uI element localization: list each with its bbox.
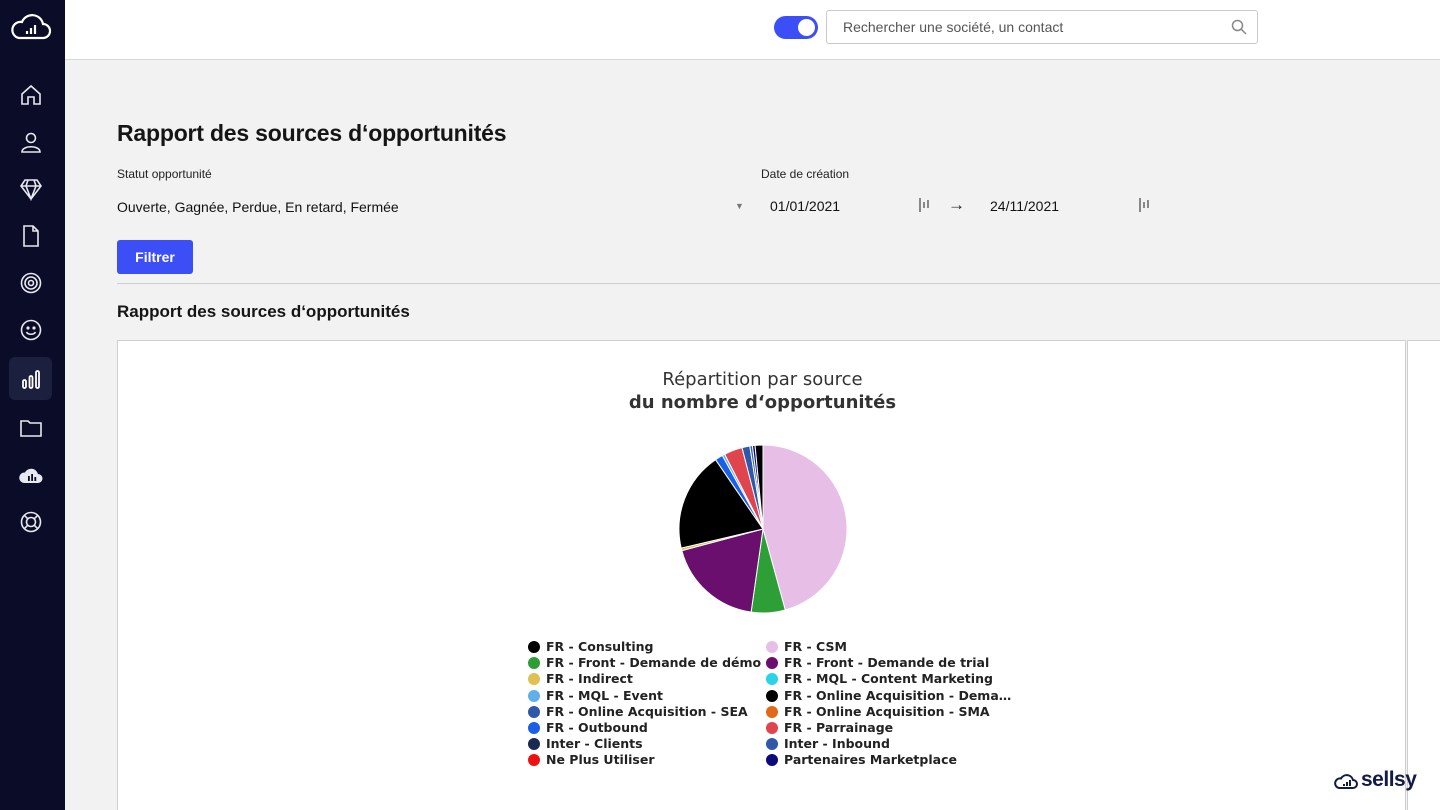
legend-label: FR - Outbound (546, 720, 648, 735)
bar-chart-icon (21, 369, 40, 389)
sidebar-item-support[interactable] (9, 308, 52, 351)
section-title: Rapport des sources d‘opportunités (117, 302, 410, 321)
legend-label: Partenaires Marketplace (784, 752, 957, 768)
legend-swatch (528, 738, 540, 751)
legend-swatch (766, 705, 778, 718)
smiley-icon (20, 319, 41, 340)
legend-swatch (528, 754, 540, 767)
legend-swatch (766, 689, 778, 702)
legend-label: FR - MQL - Event (546, 687, 664, 703)
legend-label: FR - CSM (784, 639, 847, 654)
date-to-field[interactable]: 24/11/2021 (990, 198, 1059, 214)
status-filter-label: Statut opportunité (117, 167, 212, 181)
home-icon (20, 84, 41, 105)
sidebar-item-reports[interactable] (9, 357, 52, 400)
legend-swatch (766, 673, 778, 686)
legend-swatch (766, 754, 778, 767)
divider (117, 283, 1440, 284)
cloud-logo-icon (1334, 774, 1358, 789)
document-icon (22, 224, 39, 247)
legend-label: FR - Parrainage (784, 720, 894, 735)
sidebar-item-marketing[interactable] (9, 261, 52, 304)
calendar-icon[interactable] (1137, 197, 1151, 213)
sidebar (0, 0, 65, 810)
mode-toggle[interactable] (774, 16, 818, 39)
arrow-right-icon: → (948, 195, 965, 214)
folder-icon (19, 419, 42, 437)
sidebar-item-help[interactable] (9, 500, 52, 543)
legend-swatch (528, 722, 540, 734)
cloud-chart-icon (18, 468, 42, 483)
chart-card: Répartition par source du nombre d‘oppor… (117, 340, 1406, 810)
legend-swatch (528, 657, 540, 670)
legend-label: Inter - Inbound (784, 736, 890, 752)
legend-swatch (528, 641, 540, 653)
date-from-field[interactable]: 01/01/2021 (770, 198, 840, 214)
legend-label: FR - Front - Demande de trial (784, 655, 990, 671)
chart-card-secondary (1407, 340, 1440, 810)
legend-swatch (528, 689, 540, 702)
target-icon (20, 272, 41, 293)
sidebar-item-contacts[interactable] (9, 120, 52, 163)
diamond-icon (19, 178, 42, 201)
pie-chart (678, 444, 848, 614)
date-filter-label: Date de création (761, 167, 850, 181)
search-icon[interactable] (1231, 19, 1247, 35)
topbar (65, 0, 1440, 60)
brand-name: sellsy (1361, 768, 1417, 791)
legend-label: FR - Indirect (546, 671, 633, 687)
status-filter-select[interactable]: Ouverte, Gagnée, Perdue, En retard, Ferm… (117, 199, 399, 215)
legend-swatch (766, 641, 778, 653)
search-input[interactable] (843, 11, 1223, 43)
chart-title-line1: Répartition par source (662, 369, 863, 390)
cloud-logo-icon[interactable] (10, 11, 52, 43)
sidebar-item-opportunities[interactable] (9, 167, 52, 210)
legend-label: FR - MQL - Content Marketing (784, 671, 993, 687)
toggle-knob (798, 19, 815, 36)
legend-swatch (766, 722, 778, 734)
chart-title-line2: du nombre d‘opportunités (628, 392, 897, 413)
legend-swatch (766, 657, 778, 670)
legend-label: Inter - Clients (546, 736, 643, 752)
legend-label: FR - Online Acquisition - Dema… (784, 687, 1012, 703)
sidebar-item-home[interactable] (9, 73, 52, 116)
sidebar-item-files[interactable] (9, 406, 52, 449)
search-box (826, 10, 1258, 44)
page-title: Rapport des sources d‘opportunités (117, 120, 507, 146)
chevron-down-icon[interactable]: ▼ (735, 201, 744, 211)
sidebar-item-documents[interactable] (9, 214, 52, 257)
legend-swatch (528, 705, 540, 718)
lifebuoy-icon (20, 511, 41, 532)
sidebar-item-analytics[interactable] (9, 453, 52, 496)
calendar-icon[interactable] (917, 197, 931, 213)
user-icon (20, 132, 41, 153)
filter-button[interactable]: Filtrer (117, 240, 193, 274)
legend-label: FR - Online Acquisition - SEA (546, 703, 748, 719)
legend-label: Ne Plus Utiliser (546, 752, 655, 768)
legend-swatch (528, 673, 540, 686)
legend-swatch (766, 738, 778, 751)
chart-title: Répartition par source du nombre d‘oppor… (118, 368, 1407, 414)
legend-label: FR - Online Acquisition - SMA (784, 703, 990, 719)
legend-label: FR - Consulting (546, 639, 654, 654)
legend-label: FR - Front - Demande de démo (546, 655, 762, 671)
